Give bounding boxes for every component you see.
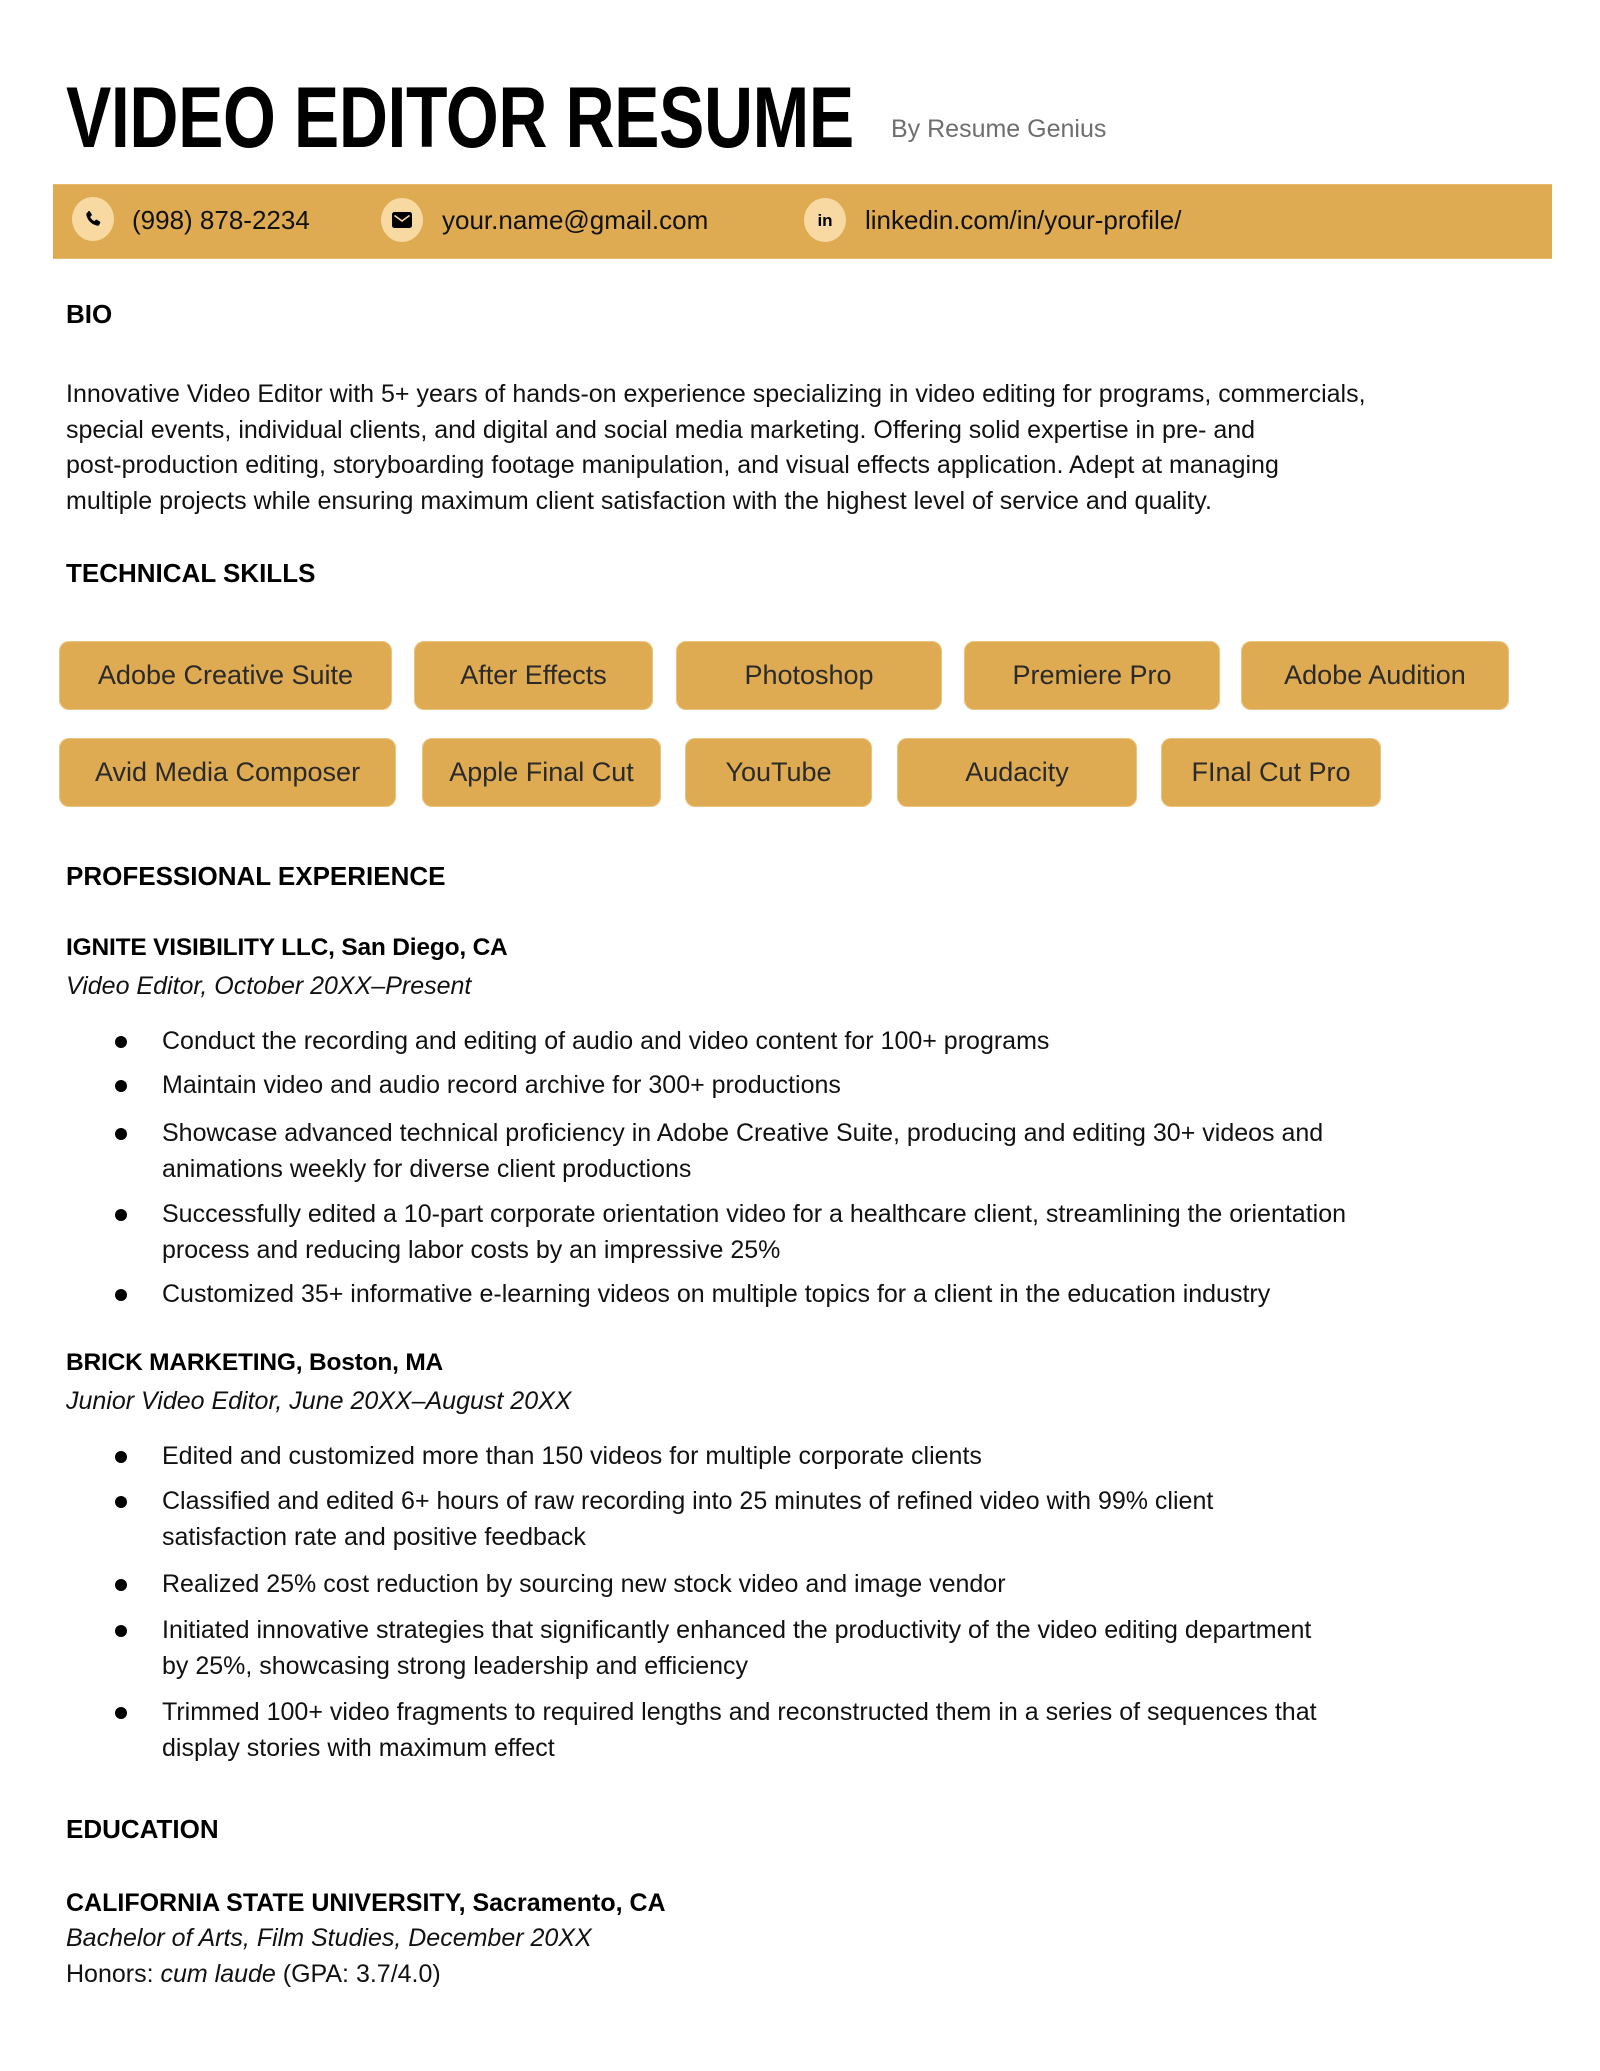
skill-chip: Adobe Audition	[1241, 641, 1509, 710]
bullet-item: Showcase advanced technical proficiency …	[108, 1116, 1323, 1187]
bullet-text: Showcase advanced technical proficiency …	[162, 1116, 1323, 1187]
skill-chip: FInal Cut Pro	[1161, 738, 1381, 807]
phone-icon	[72, 197, 114, 241]
email-address[interactable]: your.name@gmail.com	[442, 203, 708, 238]
bullet-line: Conduct the recording and editing of aud…	[162, 1027, 1050, 1055]
skill-chip: Apple Final Cut	[422, 738, 661, 807]
bullet-dot-icon	[115, 1128, 127, 1140]
bullet-dot-icon	[115, 1289, 127, 1301]
bullet-dot-icon	[115, 1496, 127, 1508]
skill-chip: Photoshop	[676, 641, 942, 710]
job-role: Junior Video Editor, June 20XX–August 20…	[66, 1387, 572, 1415]
bullet-item: Initiated innovative strategies that sig…	[108, 1613, 1311, 1684]
phone-number[interactable]: (998) 878-2234	[132, 203, 310, 238]
bullet-text: Conduct the recording and editing of aud…	[162, 1024, 1049, 1060]
bullet-item: Conduct the recording and editing of aud…	[108, 1024, 1049, 1060]
job-company: IGNITE VISIBILITY LLC, San Diego, CA	[66, 934, 508, 961]
bullet-item: Successfully edited a 10-part corporate …	[108, 1197, 1346, 1268]
bullet-text: Initiated innovative strategies that sig…	[162, 1613, 1311, 1684]
education-heading: EDUCATION	[66, 1814, 219, 1844]
byline: By Resume Genius	[891, 115, 1107, 143]
job-role: Video Editor, October 20XX–Present	[66, 972, 472, 1000]
page-title: VIDEO EDITOR RESUME	[66, 70, 854, 166]
bio-line: multiple projects while ensuring maximum…	[66, 486, 1212, 515]
bullet-line: Trimmed 100+ video fragments to required…	[162, 1698, 1317, 1726]
education-school: CALIFORNIA STATE UNIVERSITY, Sacramento,…	[66, 1889, 666, 1917]
svg-text:in: in	[817, 211, 832, 229]
honors-value: cum laude	[160, 1960, 276, 1988]
bullet-line: Customized 35+ informative e-learning vi…	[162, 1280, 1271, 1308]
bio-line: post-production editing, storyboarding f…	[66, 451, 1279, 479]
bullet-line: Edited and customized more than 150 vide…	[162, 1442, 982, 1470]
bio-heading: BIO	[66, 299, 113, 329]
bullet-line: satisfaction rate and positive feedback	[162, 1522, 586, 1551]
bullet-dot-icon	[115, 1080, 127, 1092]
skill-chip: Audacity	[897, 738, 1137, 807]
skill-chip: Premiere Pro	[964, 641, 1220, 710]
bullet-text: Customized 35+ informative e-learning vi…	[162, 1277, 1270, 1313]
bullet-text: Maintain video and audio record archive …	[162, 1068, 841, 1104]
bullet-dot-icon	[115, 1036, 127, 1048]
experience-heading: PROFESSIONAL EXPERIENCE	[66, 861, 446, 891]
job-company: BRICK MARKETING, Boston, MA	[66, 1349, 444, 1376]
bullet-line: Classified and edited 6+ hours of raw re…	[162, 1487, 1214, 1515]
bullet-dot-icon	[115, 1451, 127, 1463]
education-honors: Honors: cum laude (GPA: 3.7/4.0)	[66, 1957, 441, 1992]
bullet-item: Customized 35+ informative e-learning vi…	[108, 1277, 1270, 1313]
bullet-line: Successfully edited a 10-part corporate …	[162, 1200, 1347, 1228]
bullet-line: by 25%, showcasing strong leadership and…	[162, 1651, 748, 1680]
bullet-item: Realized 25% cost reduction by sourcing …	[108, 1567, 1006, 1603]
skill-chip: After Effects	[414, 641, 653, 710]
bullet-text: Edited and customized more than 150 vide…	[162, 1439, 982, 1475]
skill-chip: YouTube	[685, 738, 872, 807]
gpa: (GPA: 3.7/4.0)	[275, 1960, 441, 1988]
honors-label: Honors:	[66, 1960, 161, 1988]
bio-line: Innovative Video Editor with 5+ years of…	[66, 380, 1366, 408]
bullet-text: Successfully edited a 10-part corporate …	[162, 1197, 1346, 1268]
linkedin-icon: in	[804, 198, 846, 242]
bullet-text: Trimmed 100+ video fragments to required…	[162, 1695, 1317, 1766]
bullet-dot-icon	[115, 1579, 127, 1591]
skill-chip: Adobe Creative Suite	[59, 641, 392, 710]
bio-text: Innovative Video Editor with 5+ years of…	[66, 377, 1366, 519]
bullet-text: Realized 25% cost reduction by sourcing …	[162, 1567, 1006, 1603]
linkedin-url[interactable]: linkedin.com/in/your-profile/	[865, 203, 1181, 238]
bullet-line: Maintain video and audio record archive …	[162, 1071, 841, 1099]
bullet-line: animations weekly for diverse client pro…	[162, 1154, 692, 1183]
bullet-line: process and reducing labor costs by an i…	[162, 1235, 781, 1264]
skill-chip: Avid Media Composer	[59, 738, 396, 807]
skills-heading: TECHNICAL SKILLS	[66, 558, 316, 588]
education-degree: Bachelor of Arts, Film Studies, December…	[66, 1924, 592, 1952]
bullet-line: Initiated innovative strategies that sig…	[162, 1616, 1312, 1644]
bullet-item: Classified and edited 6+ hours of raw re…	[108, 1484, 1213, 1555]
bullet-item: Maintain video and audio record archive …	[108, 1068, 841, 1104]
bio-line: special events, individual clients, and …	[66, 415, 1256, 444]
bullet-dot-icon	[115, 1209, 127, 1221]
bullet-line: Showcase advanced technical proficiency …	[162, 1119, 1324, 1147]
bullet-dot-icon	[115, 1625, 127, 1637]
bullet-item: Trimmed 100+ video fragments to required…	[108, 1695, 1317, 1766]
bullet-dot-icon	[115, 1707, 127, 1719]
bullet-item: Edited and customized more than 150 vide…	[108, 1439, 982, 1475]
mail-icon	[381, 198, 423, 242]
bullet-line: Realized 25% cost reduction by sourcing …	[162, 1570, 1006, 1598]
bullet-text: Classified and edited 6+ hours of raw re…	[162, 1484, 1213, 1555]
bullet-line: display stories with maximum effect	[162, 1733, 555, 1762]
